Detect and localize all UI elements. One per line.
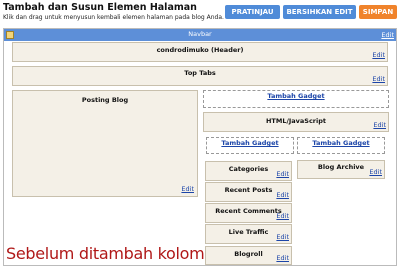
- preview-button[interactable]: PRATINJAU: [225, 5, 280, 19]
- blog-posts-widget[interactable]: Posting Blog Edit: [12, 90, 198, 197]
- blog-posts-label: Posting Blog: [81, 96, 129, 104]
- navbar-edit-link[interactable]: Edit: [381, 31, 394, 39]
- add-gadget-sidebar[interactable]: Tambah Gadget: [203, 90, 389, 108]
- add-gadget-left-link[interactable]: Tambah Gadget: [207, 139, 293, 147]
- header-widget[interactable]: condrodimuko (Header) Edit: [12, 42, 388, 62]
- widget-edit-link[interactable]: Edit: [276, 233, 289, 241]
- html-javascript-widget[interactable]: HTML/JavaScript Edit: [203, 112, 389, 132]
- add-gadget-left-column[interactable]: Tambah Gadget: [206, 137, 294, 154]
- html-javascript-edit-link[interactable]: Edit: [373, 121, 386, 129]
- header-widget-label: condrodimuko (Header): [156, 46, 244, 54]
- html-javascript-label: HTML/JavaScript: [265, 117, 326, 125]
- widget-edit-link[interactable]: Edit: [276, 254, 289, 262]
- clear-edits-button[interactable]: BERSIHKAN EDIT: [283, 5, 356, 19]
- header-edit-link[interactable]: Edit: [372, 51, 385, 59]
- add-gadget-right-link[interactable]: Tambah Gadget: [298, 139, 384, 147]
- blogroll-widget[interactable]: Blogroll Edit: [205, 246, 292, 265]
- top-tabs-edit-link[interactable]: Edit: [372, 75, 385, 83]
- recent-comments-widget[interactable]: Recent Comments Edit: [205, 203, 292, 223]
- widget-edit-link[interactable]: Edit: [276, 170, 289, 178]
- widget-edit-link[interactable]: Edit: [276, 212, 289, 220]
- navbar-widget[interactable]: Navbar Edit: [4, 29, 396, 41]
- top-tabs-widget[interactable]: Top Tabs Edit: [12, 66, 388, 86]
- blog-posts-edit-link[interactable]: Edit: [181, 185, 194, 193]
- add-gadget-sidebar-link[interactable]: Tambah Gadget: [204, 92, 388, 100]
- categories-widget[interactable]: Categories Edit: [205, 161, 292, 181]
- page-subtitle: Klik dan drag untuk menyusun kembali ele…: [3, 14, 224, 21]
- add-gadget-right-column[interactable]: Tambah Gadget: [297, 137, 385, 154]
- live-traffic-widget[interactable]: Live Traffic Edit: [205, 224, 292, 244]
- recent-posts-widget[interactable]: Recent Posts Edit: [205, 182, 292, 202]
- blog-archive-widget[interactable]: Blog Archive Edit: [297, 160, 385, 179]
- navbar-label: Navbar: [188, 30, 212, 38]
- top-tabs-label: Top Tabs: [184, 69, 216, 77]
- caption-overlay: Sebelum ditambah kolom: [6, 244, 205, 263]
- widget-edit-link[interactable]: Edit: [276, 191, 289, 199]
- page-title: Tambah dan Susun Elemen Halaman: [3, 2, 197, 13]
- save-button[interactable]: SIMPAN: [359, 5, 397, 19]
- widget-edit-link[interactable]: Edit: [369, 168, 382, 176]
